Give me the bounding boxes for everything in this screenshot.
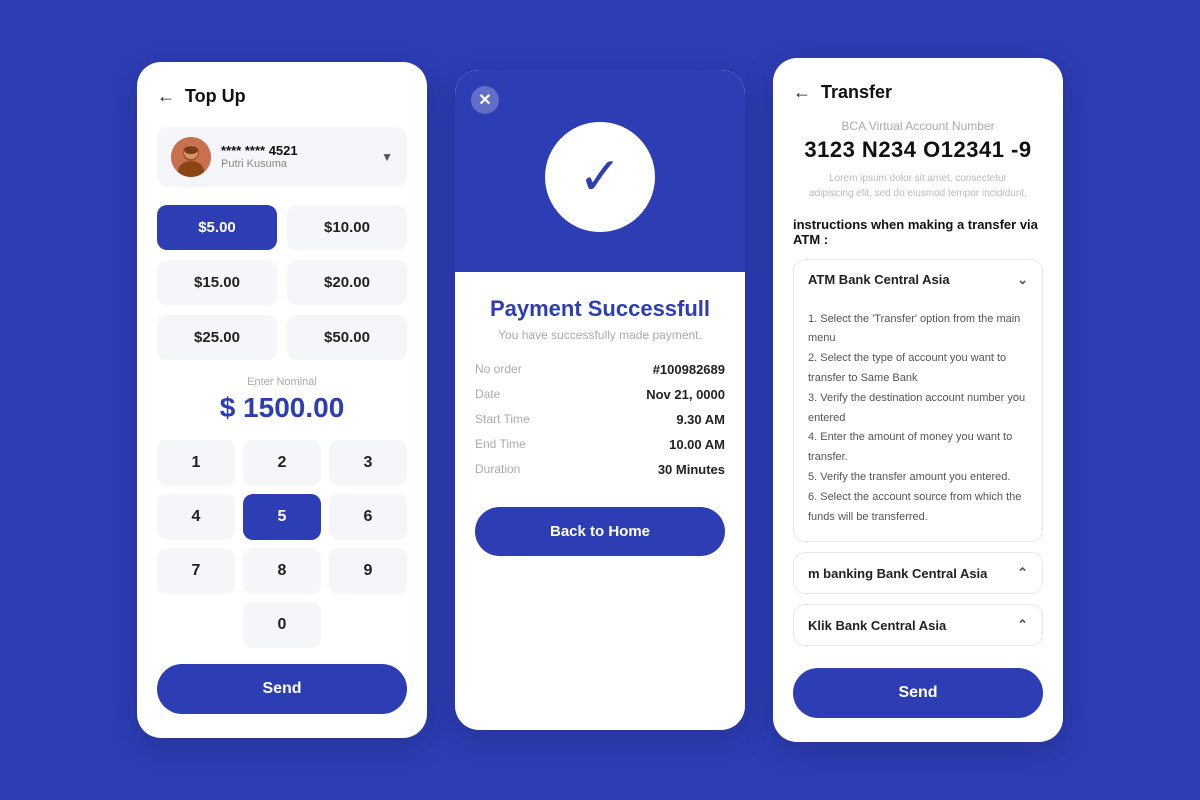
step-5: 5. Verify the transfer amount you entere…	[808, 468, 1028, 488]
accordion-atm-header[interactable]: ATM Bank Central Asia ⌄	[794, 260, 1042, 300]
num-btn-8[interactable]: 8	[243, 548, 321, 594]
duration-label: Duration	[475, 462, 520, 476]
amount-btn-5[interactable]: $50.00	[287, 315, 407, 360]
date-value: Nov 21, 0000	[646, 387, 725, 402]
end-time-value: 10.00 AM	[669, 437, 725, 452]
num-btn-6[interactable]: 6	[329, 494, 407, 540]
end-time-label: End Time	[475, 437, 526, 451]
transfer-send-button[interactable]: Send	[793, 668, 1043, 718]
accordion-klik: Klik Bank Central Asia ⌃	[793, 604, 1043, 646]
nominal-label: Enter Nominal	[157, 376, 407, 388]
dropdown-arrow-icon: ▼	[381, 150, 393, 164]
topup-panel: ← Top Up **** **** 4521 Putri Kusuma	[137, 62, 427, 738]
virtual-account-desc: Lorem ipsum dolor sit amet, consectetura…	[793, 171, 1043, 201]
start-time-value: 9.30 AM	[676, 412, 725, 427]
step-3: 3. Verify the destination account number…	[808, 389, 1028, 429]
success-top-section: ✕ ✓	[455, 70, 745, 272]
amount-btn-1[interactable]: $10.00	[287, 205, 407, 250]
detail-duration: Duration 30 Minutes	[475, 462, 725, 477]
back-to-home-button[interactable]: Back to Home	[475, 507, 725, 556]
nominal-section: Enter Nominal $ 1500.00	[157, 376, 407, 424]
duration-value: 30 Minutes	[658, 462, 725, 477]
num-btn-0[interactable]: 0	[243, 602, 321, 648]
no-order-label: No order	[475, 362, 522, 376]
amount-btn-3[interactable]: $20.00	[287, 260, 407, 305]
amount-btn-0[interactable]: $5.00	[157, 205, 277, 250]
step-1: 1. Select the 'Transfer' option from the…	[808, 310, 1028, 350]
no-order-value: #100982689	[653, 362, 725, 377]
accordion-mbanking-title: m banking Bank Central Asia	[808, 566, 987, 581]
nominal-value: $ 1500.00	[157, 392, 407, 424]
detail-no-order: No order #100982689	[475, 362, 725, 377]
panels-container: ← Top Up **** **** 4521 Putri Kusuma	[137, 58, 1063, 743]
numpad: 1 2 3 4 5 6 7 8 9 0	[157, 440, 407, 648]
payment-success-panel: ✕ ✓ Payment Successfull You have success…	[455, 70, 745, 730]
num-btn-1[interactable]: 1	[157, 440, 235, 486]
chevron-up-icon-klik: ⌃	[1017, 617, 1028, 633]
accordion-mbanking-header[interactable]: m banking Bank Central Asia ⌃	[794, 553, 1042, 593]
amount-btn-2[interactable]: $15.00	[157, 260, 277, 305]
success-title: Payment Successfull	[475, 296, 725, 322]
back-arrow-icon[interactable]: ←	[157, 86, 175, 107]
avatar	[171, 137, 211, 177]
accordion-klik-title: Klik Bank Central Asia	[808, 618, 946, 633]
instructions-label: instructions when making a transfer via …	[793, 217, 1043, 247]
transfer-back-arrow-icon[interactable]: ←	[793, 82, 811, 103]
num-btn-5[interactable]: 5	[243, 494, 321, 540]
num-btn-9[interactable]: 9	[329, 548, 407, 594]
avatar-image	[171, 137, 211, 177]
accordion-atm-body: 1. Select the 'Transfer' option from the…	[794, 300, 1042, 542]
date-label: Date	[475, 387, 500, 401]
account-name: Putri Kusuma	[221, 158, 371, 170]
chevron-down-icon-atm: ⌄	[1017, 272, 1028, 288]
account-info: **** **** 4521 Putri Kusuma	[221, 143, 371, 170]
success-bottom-section: Payment Successfull You have successfull…	[455, 272, 745, 730]
step-6: 6. Select the account source from which …	[808, 488, 1028, 528]
success-circle: ✓	[545, 122, 655, 232]
amount-btn-4[interactable]: $25.00	[157, 315, 277, 360]
topup-header: ← Top Up	[157, 86, 407, 107]
start-time-label: Start Time	[475, 412, 530, 426]
transfer-title: Transfer	[821, 82, 892, 103]
checkmark-icon: ✓	[578, 147, 622, 207]
accordion-mbanking: m banking Bank Central Asia ⌃	[793, 552, 1043, 594]
account-row[interactable]: **** **** 4521 Putri Kusuma ▼	[157, 127, 407, 187]
account-number: **** **** 4521	[221, 143, 371, 158]
num-btn-7[interactable]: 7	[157, 548, 235, 594]
step-2: 2. Select the type of account you want t…	[808, 349, 1028, 389]
accordion-klik-header[interactable]: Klik Bank Central Asia ⌃	[794, 605, 1042, 645]
virtual-account-number: 3123 N234 O12341 -9	[793, 137, 1043, 163]
num-btn-2[interactable]: 2	[243, 440, 321, 486]
num-btn-4[interactable]: 4	[157, 494, 235, 540]
step-4: 4. Enter the amount of money you want to…	[808, 428, 1028, 468]
chevron-up-icon-mbanking: ⌃	[1017, 565, 1028, 581]
detail-date: Date Nov 21, 0000	[475, 387, 725, 402]
transfer-panel: ← Transfer BCA Virtual Account Number 31…	[773, 58, 1063, 743]
close-button[interactable]: ✕	[471, 86, 499, 114]
accordion-atm-title: ATM Bank Central Asia	[808, 272, 950, 287]
detail-end-time: End Time 10.00 AM	[475, 437, 725, 452]
transfer-header: ← Transfer	[793, 82, 1043, 103]
virtual-account-label: BCA Virtual Account Number	[793, 119, 1043, 133]
accordion-atm: ATM Bank Central Asia ⌄ 1. Select the 'T…	[793, 259, 1043, 543]
topup-title: Top Up	[185, 86, 246, 107]
topup-send-button[interactable]: Send	[157, 664, 407, 714]
num-btn-3[interactable]: 3	[329, 440, 407, 486]
amount-grid: $5.00 $10.00 $15.00 $20.00 $25.00 $50.00	[157, 205, 407, 360]
success-subtitle: You have successfully made payment.	[475, 328, 725, 342]
detail-start-time: Start Time 9.30 AM	[475, 412, 725, 427]
